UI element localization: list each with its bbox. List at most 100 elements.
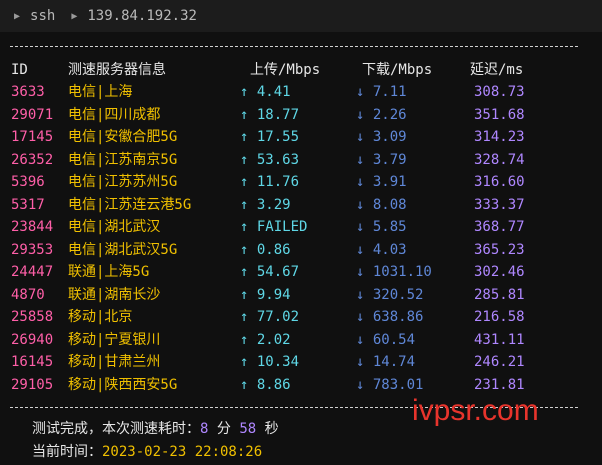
upload-speed: ↑ 54.67	[240, 264, 300, 280]
table-row: 29353 电信|湖北武汉5G ↑ 0.86 ↓ 4.03 365.23	[0, 239, 602, 261]
server-id: 26352	[11, 151, 54, 168]
upload-speed: ↑ 9.94	[240, 286, 291, 303]
latency: 231.81	[474, 376, 525, 393]
download-speed: ↓ 7.11	[356, 84, 407, 100]
server-id: 17145	[11, 129, 54, 145]
server-name: 移动|宁夏银川	[68, 331, 161, 348]
latency: 285.81	[474, 286, 525, 303]
download-speed: ↓ 2.26	[356, 106, 407, 123]
table-row: 5317 电信|江苏连云港5G ↑ 3.29 ↓ 8.08 333.37	[0, 194, 602, 216]
upload-speed: ↑ 3.29	[240, 196, 291, 213]
minutes-unit: 分	[216, 421, 231, 437]
header-id: ID	[11, 62, 28, 78]
chevron-right-icon[interactable]: ▶	[71, 11, 77, 22]
server-name: 电信|江苏苏州5G	[68, 174, 178, 190]
latency: 333.37	[474, 196, 525, 213]
time-line: 当前时间：2023-02-23 22:08:26	[32, 441, 262, 463]
download-speed: ↓ 3.79	[356, 151, 407, 168]
header-server: 测速服务器信息	[68, 62, 166, 78]
upload-speed: ↑ 4.41	[240, 84, 291, 100]
server-id: 5317	[11, 196, 45, 213]
server-id: 29105	[11, 376, 54, 393]
latency: 314.23	[474, 129, 525, 145]
duration-seconds: 58	[239, 421, 257, 437]
latency: 216.58	[474, 309, 525, 325]
server-name: 移动|甘肃兰州	[68, 354, 161, 370]
chevron-right-icon[interactable]: ▶	[14, 11, 20, 22]
server-id: 16145	[11, 354, 54, 370]
time-value: 2023-02-23 22:08:26	[102, 444, 263, 460]
header-upload: 上传/Mbps	[250, 62, 321, 78]
table-row: 5396 电信|江苏苏州5G ↑ 11.76 ↓ 3.91 316.60	[0, 171, 602, 193]
table-row: 3633 电信|上海 ↑ 4.41 ↓ 7.11 308.73	[0, 81, 602, 103]
table-row: 17145 电信|安徽合肥5G ↑ 17.55 ↓ 3.09 314.23	[0, 126, 602, 148]
summary-line: 测试完成，本次测速耗时：8 分 58 秒	[32, 418, 279, 440]
table-row: 29105 移动|陕西西安5G ↑ 8.86 ↓ 783.01 231.81	[0, 374, 602, 396]
latency: 246.21	[474, 354, 525, 370]
watermark-logo: ivpsr.com	[412, 394, 539, 427]
server-id: 3633	[11, 84, 45, 100]
latency: 308.73	[474, 84, 525, 100]
table-header: ID 测速服务器信息 上传/Mbps 下载/Mbps 延迟/ms	[0, 59, 602, 81]
upload-speed: ↑ 8.86	[240, 376, 291, 393]
seconds-unit: 秒	[264, 421, 279, 437]
server-name: 联通|湖南长沙	[68, 286, 161, 303]
download-speed: ↓ 3.09	[356, 129, 407, 145]
download-speed: ↓ 60.54	[356, 331, 416, 348]
download-speed: ↓ 14.74	[356, 354, 416, 370]
upload-speed: ↑ 17.55	[240, 129, 300, 145]
host-label[interactable]: 139.84.192.32	[87, 8, 197, 24]
download-speed: ↓ 783.01	[356, 376, 424, 393]
download-speed: ↓ 4.03	[356, 241, 407, 258]
table-row: 25858 移动|北京 ↑ 77.02 ↓ 638.86 216.58	[0, 306, 602, 328]
header-download: 下载/Mbps	[362, 62, 433, 78]
download-speed: ↓ 1031.10	[356, 264, 432, 280]
server-name: 电信|湖北武汉	[68, 219, 161, 235]
table-row: 16145 移动|甘肃兰州 ↑ 10.34 ↓ 14.74 246.21	[0, 351, 602, 373]
server-name: 电信|湖北武汉5G	[68, 241, 178, 258]
server-name: 电信|江苏连云港5G	[68, 196, 192, 213]
upload-speed: ↑ 10.34	[240, 354, 300, 370]
server-name: 联通|上海5G	[68, 264, 150, 280]
server-id: 29353	[11, 241, 54, 258]
download-speed: ↓ 320.52	[356, 286, 424, 303]
download-speed: ↓ 8.08	[356, 196, 407, 213]
table-row: 26352 电信|江苏南京5G ↑ 53.63 ↓ 3.79 328.74	[0, 149, 602, 171]
server-id: 23844	[11, 219, 54, 235]
server-id: 5396	[11, 174, 45, 190]
latency: 431.11	[474, 331, 525, 348]
ssh-label[interactable]: ssh	[30, 8, 55, 24]
latency: 316.60	[474, 174, 525, 190]
latency: 302.46	[474, 264, 525, 280]
latency: 365.23	[474, 241, 525, 258]
server-name: 移动|北京	[68, 309, 133, 325]
table-row: 24447 联通|上海5G ↑ 54.67 ↓ 1031.10 302.46	[0, 261, 602, 283]
upload-speed: ↑ 11.76	[240, 174, 300, 190]
upload-speed: ↑ FAILED	[240, 219, 308, 235]
table-row: 23844 电信|湖北武汉 ↑ FAILED ↓ 5.85 368.77	[0, 216, 602, 238]
download-speed: ↓ 638.86	[356, 309, 424, 325]
upload-speed: ↑ 18.77	[240, 106, 300, 123]
server-id: 24447	[11, 264, 54, 280]
server-id: 4870	[11, 286, 45, 303]
terminal-tab-bar: ▶ ssh ▶ 139.84.192.32	[0, 0, 602, 32]
server-name: 电信|上海	[68, 84, 133, 100]
server-id: 25858	[11, 309, 54, 325]
latency: 328.74	[474, 151, 525, 168]
server-name: 移动|陕西西安5G	[68, 376, 178, 393]
server-id: 29071	[11, 106, 54, 123]
divider-top	[10, 46, 578, 47]
server-name: 电信|江苏南京5G	[68, 151, 178, 168]
time-label: 当前时间：	[32, 444, 102, 460]
upload-speed: ↑ 53.63	[240, 151, 300, 168]
header-ping: 延迟/ms	[470, 62, 524, 78]
upload-speed: ↑ 0.86	[240, 241, 291, 258]
upload-speed: ↑ 77.02	[240, 309, 300, 325]
table-row: 29071 电信|四川成都 ↑ 18.77 ↓ 2.26 351.68	[0, 104, 602, 126]
upload-speed: ↑ 2.02	[240, 331, 291, 348]
table-row: 26940 移动|宁夏银川 ↑ 2.02 ↓ 60.54 431.11	[0, 329, 602, 351]
duration-minutes: 8	[200, 421, 209, 437]
download-speed: ↓ 3.91	[356, 174, 407, 190]
download-speed: ↓ 5.85	[356, 219, 407, 235]
latency: 351.68	[474, 106, 525, 123]
